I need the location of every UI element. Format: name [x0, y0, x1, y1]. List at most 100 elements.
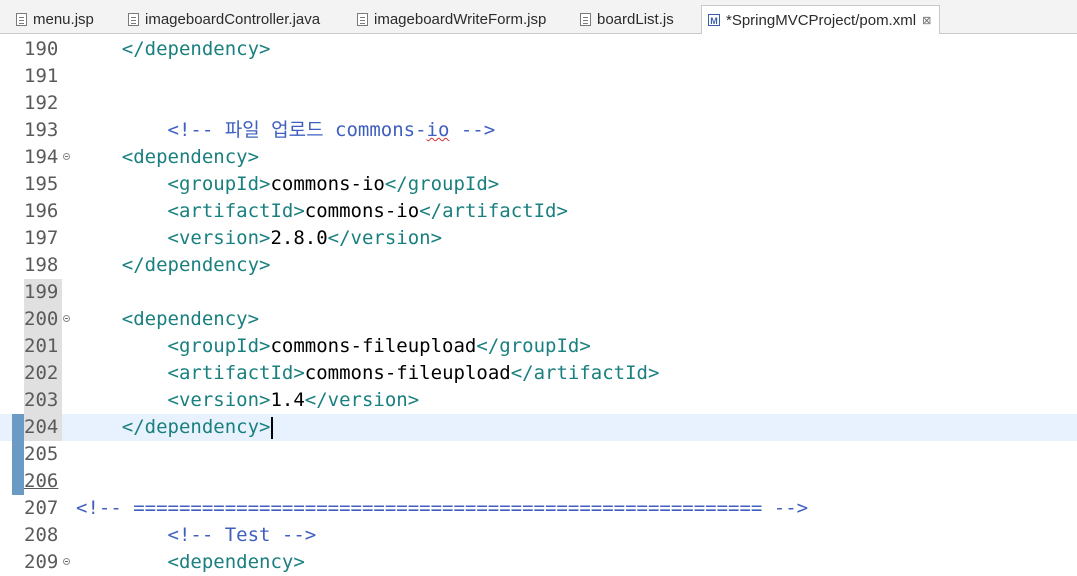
- code-line[interactable]: 195 <groupId>commons-io</groupId>: [0, 171, 1077, 198]
- code-token: <artifactId>: [167, 200, 305, 222]
- tab-3[interactable]: boardList.js: [580, 6, 674, 33]
- tab-label: menu.jsp: [33, 11, 94, 28]
- tab-0[interactable]: menu.jsp: [16, 6, 94, 33]
- code-text: </dependency>: [76, 36, 271, 63]
- code-line[interactable]: 204 </dependency>: [0, 414, 1077, 441]
- tab-label: *SpringMVCProject/pom.xml: [726, 11, 917, 29]
- line-number: 197: [24, 227, 59, 249]
- code-line[interactable]: 196 <artifactId>commons-io</artifactId>: [0, 198, 1077, 225]
- code-text: <dependency>: [76, 549, 305, 576]
- fold-toggle-icon[interactable]: [63, 153, 70, 160]
- js-file-icon: [580, 13, 591, 26]
- code-token: <groupId>: [167, 335, 271, 357]
- code-token: <dependency>: [121, 308, 260, 330]
- code-line[interactable]: 201 <groupId>commons-fileupload</groupId…: [0, 333, 1077, 360]
- line-number: 195: [24, 173, 59, 195]
- code-token: </groupId>: [476, 335, 591, 357]
- fold-toggle-icon[interactable]: [63, 558, 70, 565]
- code-line[interactable]: 199: [0, 279, 1077, 306]
- code-editor[interactable]: 190 </dependency> 191 192 193 <!-- 파일 업로드 c…: [0, 34, 1077, 573]
- code-token: commons-io: [304, 200, 420, 222]
- text-caret: [271, 416, 274, 439]
- line-number: 209: [24, 551, 59, 573]
- code-token: io: [426, 119, 450, 141]
- code-line[interactable]: 191: [0, 63, 1077, 90]
- fold-toggle-icon[interactable]: [63, 315, 70, 322]
- code-token: -->: [449, 119, 496, 141]
- code-line[interactable]: 200 <dependency>: [0, 306, 1077, 333]
- line-number: 193: [24, 119, 59, 141]
- code-text: <!-- 파일 업로드 commons-io -->: [76, 117, 496, 144]
- code-token: <!-- Test -->: [167, 524, 317, 546]
- change-marker: [12, 441, 24, 468]
- tab-2[interactable]: imageboardWriteForm.jsp: [357, 6, 546, 33]
- code-token: </version>: [327, 227, 443, 249]
- line-number: 198: [24, 254, 59, 276]
- line-number: 190: [24, 38, 59, 60]
- code-line[interactable]: 209 <dependency>: [0, 549, 1077, 576]
- code-text: <groupId>commons-io</groupId>: [76, 171, 500, 198]
- code-line[interactable]: 207 <!-- ================================…: [0, 495, 1077, 522]
- code-token: <groupId>: [167, 173, 271, 195]
- line-number: 208: [24, 524, 59, 546]
- code-text: <!-- ===================================…: [76, 495, 808, 522]
- code-token: <!-- 파일 업로드: [167, 119, 335, 141]
- code-text: <artifactId>commons-fileupload</artifact…: [76, 360, 660, 387]
- code-line[interactable]: 192: [0, 90, 1077, 117]
- code-line[interactable]: 194 <dependency>: [0, 144, 1077, 171]
- code-token: </dependency>: [121, 38, 271, 60]
- line-number: 196: [24, 200, 59, 222]
- code-line[interactable]: 206: [0, 468, 1077, 495]
- line-number: 199: [24, 279, 62, 306]
- code-token: <!-- ===================================…: [76, 497, 809, 519]
- code-text: </dependency>: [76, 252, 271, 279]
- code-token: commons-fileupload: [304, 362, 511, 384]
- code-line[interactable]: 198 </dependency>: [0, 252, 1077, 279]
- code-text: <dependency>: [76, 144, 259, 171]
- code-token: </groupId>: [384, 173, 500, 195]
- code-text: <groupId>commons-fileupload</groupId>: [76, 333, 591, 360]
- code-line[interactable]: 197 <version>2.8.0</version>: [0, 225, 1077, 252]
- tab-label: imageboardWriteForm.jsp: [374, 11, 547, 28]
- line-number: 192: [24, 92, 59, 114]
- line-number: 191: [24, 65, 59, 87]
- tab-label: imageboardController.java: [145, 11, 321, 28]
- code-line[interactable]: 205: [0, 441, 1077, 468]
- close-tab-icon[interactable]: ⊠: [922, 14, 931, 27]
- editor-tab-bar: menu.jsp imageboardController.java imagebo…: [0, 0, 1077, 34]
- code-token: 2.8.0: [270, 227, 328, 249]
- code-token: <version>: [167, 227, 271, 249]
- code-token: </artifactId>: [419, 200, 568, 222]
- code-token: commons-fileupload: [270, 335, 477, 357]
- code-token: </artifactId>: [510, 362, 660, 384]
- code-line[interactable]: 208 <!-- Test -->: [0, 522, 1077, 549]
- code-line[interactable]: 203 <version>1.4</version>: [0, 387, 1077, 414]
- code-token: commons-io: [270, 173, 385, 195]
- code-line[interactable]: 190 </dependency>: [0, 36, 1077, 63]
- line-number: 201: [24, 333, 62, 360]
- line-number: 202: [24, 360, 62, 387]
- tab-1[interactable]: imageboardController.java: [128, 6, 320, 33]
- code-line[interactable]: 202 <artifactId>commons-fileupload</arti…: [0, 360, 1077, 387]
- code-token: </dependency>: [121, 416, 271, 438]
- code-token: </version>: [304, 389, 420, 411]
- code-token: <artifactId>: [167, 362, 305, 384]
- line-number: 194: [24, 146, 59, 168]
- line-number: 204: [24, 414, 62, 441]
- jsp-file-icon: [357, 13, 368, 26]
- jsp-file-icon: [16, 13, 27, 26]
- code-line[interactable]: 193 <!-- 파일 업로드 commons-io -->: [0, 117, 1077, 144]
- change-marker: [12, 468, 24, 495]
- tab-4[interactable]: M *SpringMVCProject/pom.xml ⊠: [701, 5, 941, 34]
